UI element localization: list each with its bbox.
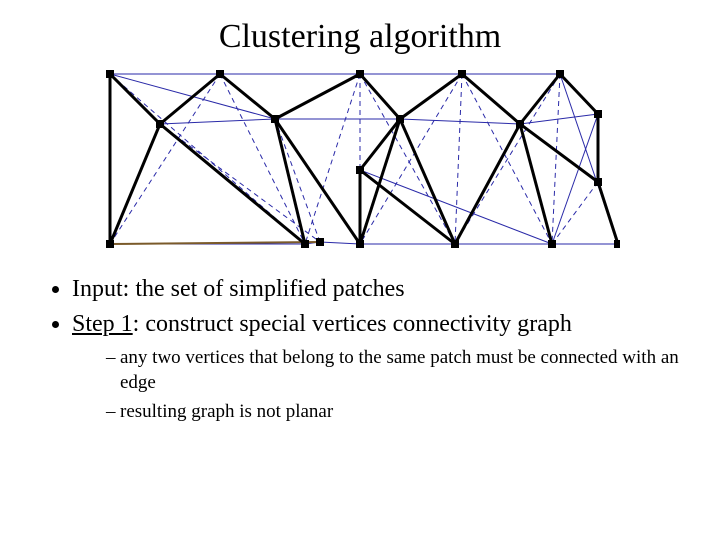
sub-bullet-1: any two vertices that belong to the same… xyxy=(106,346,682,395)
bullet-input-prefix: Input: xyxy=(72,276,135,302)
step1-label: Step 1 xyxy=(72,311,133,337)
bullet-input-text: the set of simplified patches xyxy=(135,276,404,302)
bullet-list: Input: the set of simplified patches Ste… xyxy=(44,274,682,424)
sub-bullet-2: resulting graph is not planar xyxy=(106,400,682,425)
bullet-input: Input: the set of simplified patches xyxy=(72,274,682,305)
bullet-step1: Step 1: construct special vertices conne… xyxy=(72,309,682,424)
sub-bullet-list: any two vertices that belong to the same… xyxy=(72,346,682,424)
slide-title: Clustering algorithm xyxy=(38,18,682,56)
connectivity-graph-figure xyxy=(100,64,620,254)
step1-text: : construct special vertices connectivit… xyxy=(133,311,572,337)
